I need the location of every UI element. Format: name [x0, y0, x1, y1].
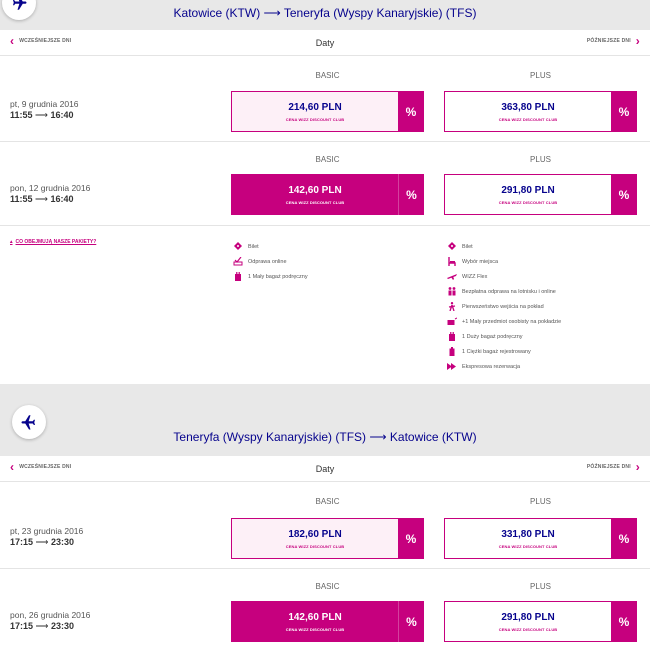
route-title-return: Teneryfa (Wyspy Kanaryjskie) (TFS) ⟶ Kat…: [173, 430, 477, 444]
ticket-icon: [448, 242, 456, 250]
priority-boarding-icon: [448, 302, 456, 311]
basic-features-list: Bilet Odprawa online 1 Mały bagaż podręc…: [233, 239, 308, 284]
packages-section: ▴ CO OBEJMUJĄ NASZE PAKIETY? Bilet Odpraw…: [0, 227, 650, 384]
basic-header: BASIC: [315, 582, 340, 591]
personal-item-icon: [447, 317, 457, 325]
list-item: Bilet: [233, 239, 308, 254]
dates-label: Daty: [315, 464, 335, 474]
discount-percent-icon: %: [398, 91, 424, 132]
plus-header: PLUS: [530, 155, 551, 164]
basic-fare-button[interactable]: 214,60 PLN CENA WIZZ DISCOUNT CLUB %: [231, 91, 424, 132]
fare-price: 291,80 PLN: [501, 184, 555, 196]
discount-club-label: CENA WIZZ DISCOUNT CLUB: [285, 543, 345, 549]
plus-header: PLUS: [530, 582, 551, 591]
discount-club-label: CENA WIZZ DISCOUNT CLUB: [498, 626, 558, 632]
ticket-icon: [234, 242, 242, 250]
discount-club-label: CENA WIZZ DISCOUNT CLUB: [498, 116, 558, 122]
discount-club-label: CENA WIZZ DISCOUNT CLUB: [285, 626, 345, 632]
fare-price: 142,60 PLN: [288, 611, 342, 623]
basic-header: BASIC: [315, 155, 340, 164]
chevron-right-icon: ›: [635, 460, 640, 474]
flight-date: pt, 23 grudnia 2016: [10, 526, 84, 536]
list-item: Ekspresowa rezerwacja: [447, 359, 561, 374]
plus-fare-button[interactable]: 331,80 PLN CENA WIZZ DISCOUNT CLUB %: [444, 518, 637, 559]
list-item: 1 Duży bagaż podręczny: [447, 329, 561, 344]
plus-features-list: Bilet Wybór miejsca WIZZ Flex Bezpłatna …: [447, 239, 561, 374]
flight-row: BASIC PLUS pon, 26 grudnia 2016 17:15 ⟶ …: [0, 570, 650, 645]
checked-bag-icon: [449, 347, 455, 356]
plus-fare-button[interactable]: 291,80 PLN CENA WIZZ DISCOUNT CLUB %: [444, 174, 637, 215]
later-days-link[interactable]: PÓŹNIEJSZE DNI ›: [587, 34, 640, 48]
return-card: ‹ WCZEŚNIEJSZE DNI Daty PÓŹNIEJSZE DNI › B…: [0, 456, 650, 645]
list-item: Bezpłatna odprawa na lotnisku i online: [447, 284, 561, 299]
date-navigation: ‹ WCZEŚNIEJSZE DNI Daty PÓŹNIEJSZE DNI ›: [0, 30, 650, 56]
list-item: Bilet: [447, 239, 561, 254]
basic-header: BASIC: [315, 71, 340, 80]
basic-fare-button[interactable]: 142,60 PLN CENA WIZZ DISCOUNT CLUB %: [231, 174, 424, 215]
fare-price: 214,60 PLN: [288, 101, 342, 113]
route-title-outbound: Katowice (KTW) ⟶ Teneryfa (Wyspy Kanaryj…: [173, 6, 477, 20]
packages-info-link[interactable]: ▴ CO OBEJMUJĄ NASZE PAKIETY?: [10, 239, 96, 245]
fare-price: 331,80 PLN: [501, 528, 555, 540]
list-item: Wybór miejsca: [447, 254, 561, 269]
basic-header: BASIC: [315, 497, 340, 506]
small-bag-icon: [235, 272, 241, 281]
flight-time: 11:55 ⟶ 16:40: [10, 194, 74, 204]
fare-price: 182,60 PLN: [288, 528, 342, 540]
discount-club-label: CENA WIZZ DISCOUNT CLUB: [498, 199, 558, 205]
flight-row: BASIC PLUS pt, 23 grudnia 2016 17:15 ⟶ 2…: [0, 483, 650, 569]
fare-price: 142,60 PLN: [288, 184, 342, 196]
flight-row: BASIC PLUS pon, 12 grudnia 2016 11:55 ⟶ …: [0, 143, 650, 226]
list-item: 1 Mały bagaż podręczny: [233, 269, 308, 284]
flight-date: pon, 12 grudnia 2016: [10, 183, 91, 193]
plus-header: PLUS: [530, 497, 551, 506]
dates-label: Daty: [315, 38, 335, 48]
fare-price: 291,80 PLN: [501, 611, 555, 623]
plus-fare-button[interactable]: 291,80 PLN CENA WIZZ DISCOUNT CLUB %: [444, 601, 637, 642]
discount-club-label: CENA WIZZ DISCOUNT CLUB: [285, 116, 345, 122]
plane-flex-icon: [447, 274, 457, 280]
date-navigation: ‹ WCZEŚNIEJSZE DNI Daty PÓŹNIEJSZE DNI ›: [0, 456, 650, 482]
express-icon: [447, 363, 456, 370]
fare-price: 363,80 PLN: [501, 101, 555, 113]
plus-fare-button[interactable]: 363,80 PLN CENA WIZZ DISCOUNT CLUB %: [444, 91, 637, 132]
outbound-card: ‹ WCZEŚNIEJSZE DNI Daty PÓŹNIEJSZE DNI › B…: [0, 30, 650, 384]
flight-date: pt, 9 grudnia 2016: [10, 99, 79, 109]
discount-percent-icon: %: [398, 174, 424, 215]
list-item: +1 Mały przedmiot osobisty na pokładzie: [447, 314, 561, 329]
later-days-link[interactable]: PÓŹNIEJSZE DNI ›: [587, 460, 640, 474]
discount-percent-icon: %: [611, 174, 637, 215]
basic-fare-button[interactable]: 142,60 PLN CENA WIZZ DISCOUNT CLUB %: [231, 601, 424, 642]
flight-row: BASIC PLUS pt, 9 grudnia 2016 11:55 ⟶ 16…: [0, 57, 650, 142]
discount-percent-icon: %: [398, 601, 424, 642]
list-item: WIZZ Flex: [447, 269, 561, 284]
list-item: Pierwszeństwo wejścia na pokład: [447, 299, 561, 314]
cabin-bag-icon: [449, 332, 455, 341]
chevron-right-icon: ›: [635, 34, 640, 48]
discount-percent-icon: %: [398, 518, 424, 559]
discount-percent-icon: %: [611, 601, 637, 642]
discount-percent-icon: %: [611, 518, 637, 559]
checkin-icon: [233, 257, 243, 266]
chevron-up-icon: ▴: [10, 239, 13, 245]
plus-header: PLUS: [530, 71, 551, 80]
flight-time: 11:55 ⟶ 16:40: [10, 110, 74, 120]
list-item: 1 Ciężki bagaż rejestrowany: [447, 344, 561, 359]
flight-time: 17:15 ⟶ 23:30: [10, 537, 74, 547]
flight-time: 17:15 ⟶ 23:30: [10, 621, 74, 631]
discount-club-label: CENA WIZZ DISCOUNT CLUB: [498, 543, 558, 549]
list-item: Odprawa online: [233, 254, 308, 269]
discount-percent-icon: %: [611, 91, 637, 132]
basic-fare-button[interactable]: 182,60 PLN CENA WIZZ DISCOUNT CLUB %: [231, 518, 424, 559]
flight-date: pon, 26 grudnia 2016: [10, 610, 91, 620]
discount-club-label: CENA WIZZ DISCOUNT CLUB: [285, 199, 345, 205]
people-checkin-icon: [448, 287, 456, 296]
seat-icon: [448, 257, 456, 266]
